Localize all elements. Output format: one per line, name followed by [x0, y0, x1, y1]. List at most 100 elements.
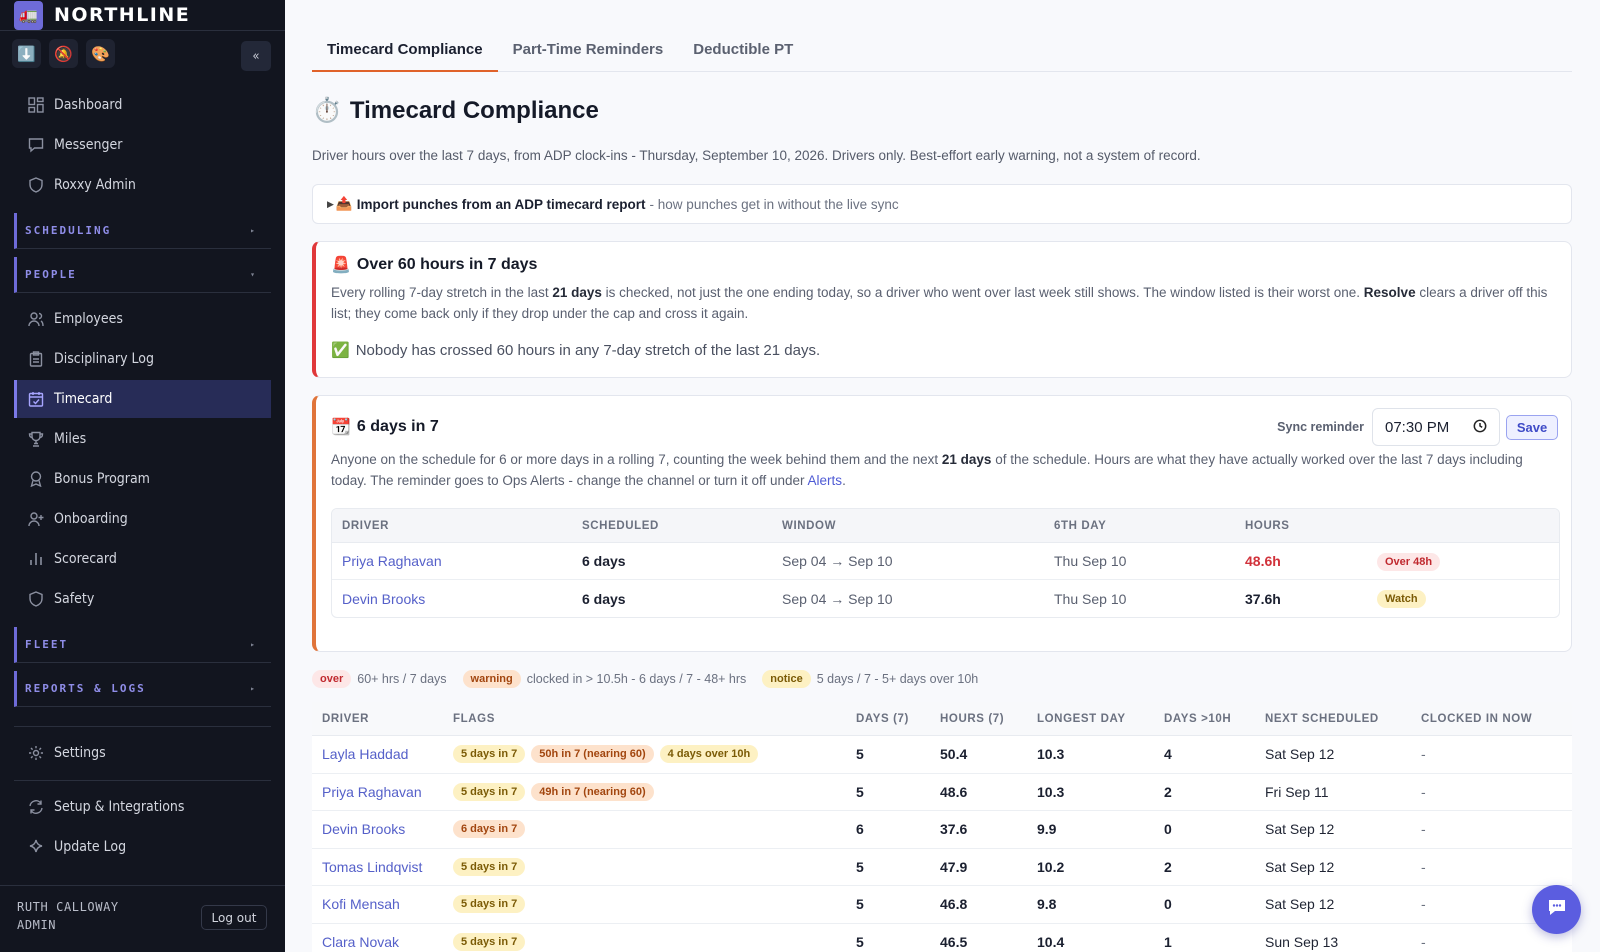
flag-badge: 5 days in 7: [453, 895, 526, 914]
sidebar-item-timecard[interactable]: Timecard: [14, 380, 271, 418]
sidebar-item-miles[interactable]: Miles: [14, 420, 271, 458]
sidebar-item-scorecard[interactable]: Scorecard: [14, 540, 271, 578]
sidebar-item-disciplinary-log[interactable]: Disciplinary Log: [14, 340, 271, 378]
sidebar-item-label: Timecard: [54, 391, 113, 407]
brand: 🚛 NORTHLINE: [0, 0, 285, 31]
driver-link[interactable]: Priya Raghavan: [312, 784, 453, 800]
page-title-text: Timecard Compliance: [349, 96, 599, 124]
clocked-in-now: -: [1421, 821, 1426, 838]
driver-link[interactable]: Devin Brooks: [312, 821, 453, 837]
sidebar-item-bonus-program[interactable]: Bonus Program: [14, 460, 271, 498]
app-name[interactable]: NORTHLINE: [54, 4, 190, 26]
days-7: 5: [856, 896, 864, 913]
longest-day: 9.8: [1037, 896, 1057, 913]
column-header[interactable]: WINDOW: [782, 520, 1054, 532]
table-row: Devin Brooks 6 days in 7 6 37.6 9.9 0 Sa…: [312, 811, 1572, 849]
legend-text: clocked in > 10.5h - 6 days / 7 - 48+ hr…: [526, 672, 747, 686]
sidebar-item-label: Miles: [54, 431, 87, 447]
text-bold: Resolve: [1363, 285, 1416, 300]
section-scheduling[interactable]: SCHEDULING ▸: [14, 213, 271, 249]
hours-7: 48.6: [940, 783, 968, 800]
theme-palette-icon[interactable]: 🎨: [86, 39, 115, 68]
reminder-time-input[interactable]: 07:30 PM: [1372, 408, 1500, 446]
sidebar-item-setup-integrations[interactable]: Setup & Integrations: [14, 788, 271, 826]
save-button[interactable]: Save: [1506, 414, 1558, 440]
mute-notifications-icon[interactable]: 🔕: [49, 39, 78, 68]
sidebar: 🚛 NORTHLINE ⬇️ 🔕 🎨 « Dashboard Messenger…: [0, 0, 285, 952]
truck-logo-icon: 🚛: [14, 0, 43, 30]
column-header[interactable]: DRIVER: [312, 713, 453, 725]
hours: 37.6h: [1245, 590, 1281, 607]
text-part: Anyone on the schedule for 6 or more day…: [331, 452, 942, 467]
sidebar-item-label: Update Log: [54, 839, 127, 855]
days-7: 5: [856, 858, 864, 875]
driver-link[interactable]: Tomas Lindqvist: [312, 859, 453, 875]
next-scheduled: Sat Sep 12: [1265, 896, 1335, 913]
download-icon[interactable]: ⬇️: [12, 39, 41, 68]
chat-launcher-button[interactable]: [1532, 885, 1581, 934]
check-mark-icon: ✅: [331, 342, 350, 359]
section-reports-logs[interactable]: REPORTS & LOGS ▸: [14, 671, 271, 707]
clocked-in-now: -: [1421, 858, 1426, 875]
ok-status: ✅ Nobody has crossed 60 hours in any 7-d…: [331, 341, 820, 360]
sidebar-item-onboarding[interactable]: Onboarding: [14, 500, 271, 538]
column-header[interactable]: HOURS (7): [940, 713, 1037, 725]
clocked-in-now: -: [1421, 746, 1426, 763]
caret-right-icon: ▸: [250, 640, 257, 649]
tab-bar: Timecard Compliance Part-Time Reminders …: [312, 31, 1572, 72]
alerts-link[interactable]: Alerts: [808, 473, 843, 488]
column-header[interactable]: NEXT SCHEDULED: [1265, 713, 1421, 725]
column-header[interactable]: SCHEDULED: [582, 520, 782, 532]
sixth-day: Thu Sep 10: [1054, 553, 1127, 569]
sidebar-item-roxxy-admin[interactable]: Roxxy Admin: [14, 166, 271, 204]
column-header[interactable]: DAYS >10H: [1164, 713, 1265, 725]
collapse-sidebar-button[interactable]: «: [241, 41, 271, 71]
column-header[interactable]: LONGEST DAY: [1037, 713, 1164, 725]
column-header[interactable]: CLOCKED IN NOW: [1421, 713, 1572, 725]
sidebar-item-label: Dashboard: [54, 97, 123, 113]
sidebar-item-update-log[interactable]: Update Log: [14, 828, 271, 866]
window: Sep 04 → Sep 10: [782, 590, 893, 607]
tab-deductible-pt[interactable]: Deductible PT: [678, 31, 808, 72]
section-label: PEOPLE: [25, 268, 77, 281]
next-scheduled: Sat Sep 12: [1265, 858, 1335, 875]
import-punches-disclosure[interactable]: ▶ 📤 Import punches from an ADP timecard …: [312, 184, 1572, 224]
hours-7: 37.6: [940, 821, 968, 838]
import-description: - how punches get in without the live sy…: [649, 196, 899, 212]
shield-icon: [27, 176, 45, 194]
user-plus-icon: [27, 510, 45, 528]
flags-cell: 6 days in 7: [453, 820, 856, 839]
column-header[interactable]: DAYS (7): [856, 713, 940, 725]
six-days-table: DRIVER SCHEDULED WINDOW 6TH DAY HOURS Pr…: [331, 508, 1560, 618]
main-content: Timecard Compliance Part-Time Reminders …: [285, 0, 1600, 952]
column-header[interactable]: DRIVER: [332, 520, 582, 532]
sidebar-item-employees[interactable]: Employees: [14, 300, 271, 338]
hours: 48.6h: [1245, 553, 1281, 569]
driver-link[interactable]: Clara Novak: [312, 934, 453, 950]
stopwatch-icon: ⏱️: [312, 97, 342, 124]
sidebar-item-safety[interactable]: Safety: [14, 580, 271, 618]
column-header[interactable]: FLAGS: [453, 713, 856, 725]
section-people[interactable]: PEOPLE ▾: [14, 257, 271, 293]
sidebar-item-messenger[interactable]: Messenger: [14, 126, 271, 164]
column-header[interactable]: HOURS: [1245, 520, 1377, 532]
next-scheduled: Sat Sep 12: [1265, 746, 1335, 763]
award-ribbon-icon: [27, 470, 45, 488]
table-row: Tomas Lindqvist 5 days in 7 5 47.9 10.2 …: [312, 849, 1572, 886]
sidebar-item-dashboard[interactable]: Dashboard: [14, 86, 271, 124]
driver-link[interactable]: Priya Raghavan: [332, 553, 582, 569]
driver-link[interactable]: Layla Haddad: [312, 746, 453, 762]
calendar-check-icon: [27, 390, 45, 408]
clipboard-icon: [27, 350, 45, 368]
tab-part-time-reminders[interactable]: Part-Time Reminders: [498, 31, 679, 72]
tab-timecard-compliance[interactable]: Timecard Compliance: [312, 31, 498, 72]
sidebar-item-settings[interactable]: Settings: [14, 734, 271, 772]
driver-link[interactable]: Kofi Mensah: [312, 896, 453, 912]
driver-hours-table: DRIVER FLAGS DAYS (7) HOURS (7) LONGEST …: [312, 702, 1572, 952]
column-header[interactable]: 6TH DAY: [1054, 520, 1245, 532]
driver-link[interactable]: Devin Brooks: [332, 591, 582, 607]
logout-button[interactable]: Log out: [201, 905, 267, 930]
next-scheduled: Sun Sep 13: [1265, 933, 1339, 950]
section-fleet[interactable]: FLEET ▸: [14, 627, 271, 663]
card-title-text: Over 60 hours in 7 days: [356, 256, 538, 273]
